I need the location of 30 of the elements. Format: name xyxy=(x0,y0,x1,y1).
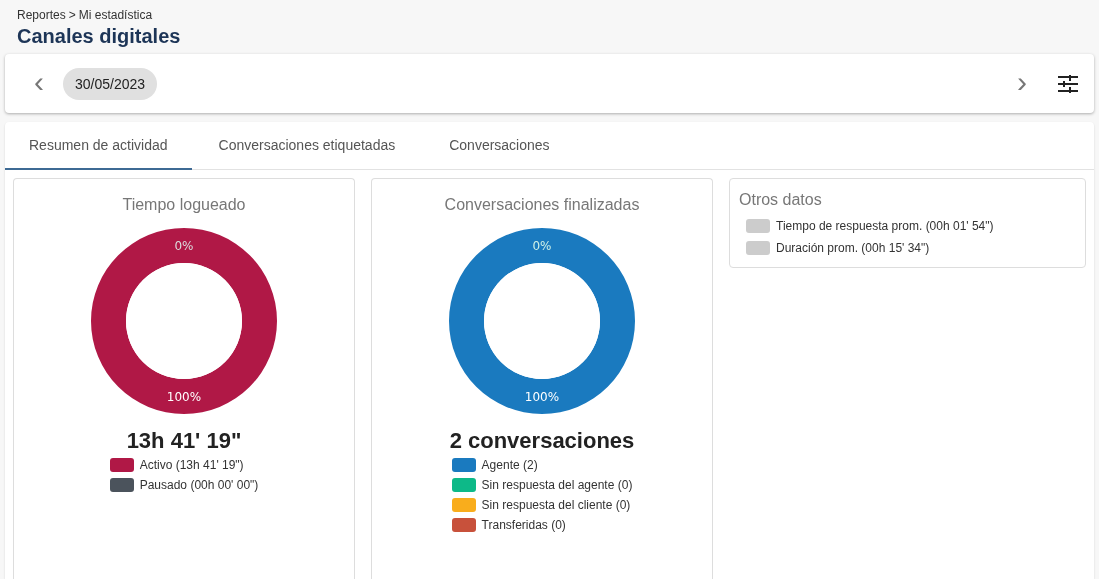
legend-label: Tiempo de respuesta prom. (00h 01' 54") xyxy=(776,219,994,233)
chart-total: 2 conversaciones xyxy=(449,428,635,454)
page-title: Canales digitales xyxy=(16,24,182,49)
breadcrumb-separator: > xyxy=(68,8,76,22)
legend-label: Activo (13h 41' 19") xyxy=(139,458,244,472)
tab[interactable]: Conversaciones etiquetadas xyxy=(191,122,423,170)
legend-swatch xyxy=(746,241,770,255)
tab[interactable]: Resumen de actividad xyxy=(5,122,192,170)
chart-total: 13h 41' 19" xyxy=(126,428,242,454)
legend-label: Agente (2) xyxy=(481,458,538,472)
slice-label: 0% xyxy=(532,238,552,253)
legend-label: Transferidas (0) xyxy=(481,518,566,532)
breadcrumb-current: Mi estadística xyxy=(78,8,153,22)
slice-label: 100% xyxy=(166,389,202,404)
filter-sliders-icon[interactable] xyxy=(1058,74,1078,93)
legend-label: Duración prom. (00h 15' 34") xyxy=(776,241,930,255)
previous-button[interactable]: ‹ xyxy=(25,66,53,97)
breadcrumb-link[interactable]: Reportes xyxy=(17,8,66,22)
legend-swatch xyxy=(746,219,770,233)
chart-title: Conversaciones finalizadas xyxy=(444,196,640,214)
slice-label: 100% xyxy=(524,389,560,404)
card-title: Otros datos xyxy=(739,191,823,209)
legend-label: Pausado (00h 00' 00") xyxy=(139,478,259,492)
legend-label: Sin respuesta del cliente (0) xyxy=(481,498,631,512)
tab[interactable]: Conversaciones xyxy=(422,122,577,170)
next-button[interactable]: › xyxy=(1008,66,1036,97)
date-chip[interactable]: 30/05/2023 xyxy=(63,67,158,100)
slice-label: 0% xyxy=(174,238,194,253)
legend-label: Sin respuesta del agente (0) xyxy=(481,478,633,492)
chart-title: Tiempo logueado xyxy=(122,196,246,214)
